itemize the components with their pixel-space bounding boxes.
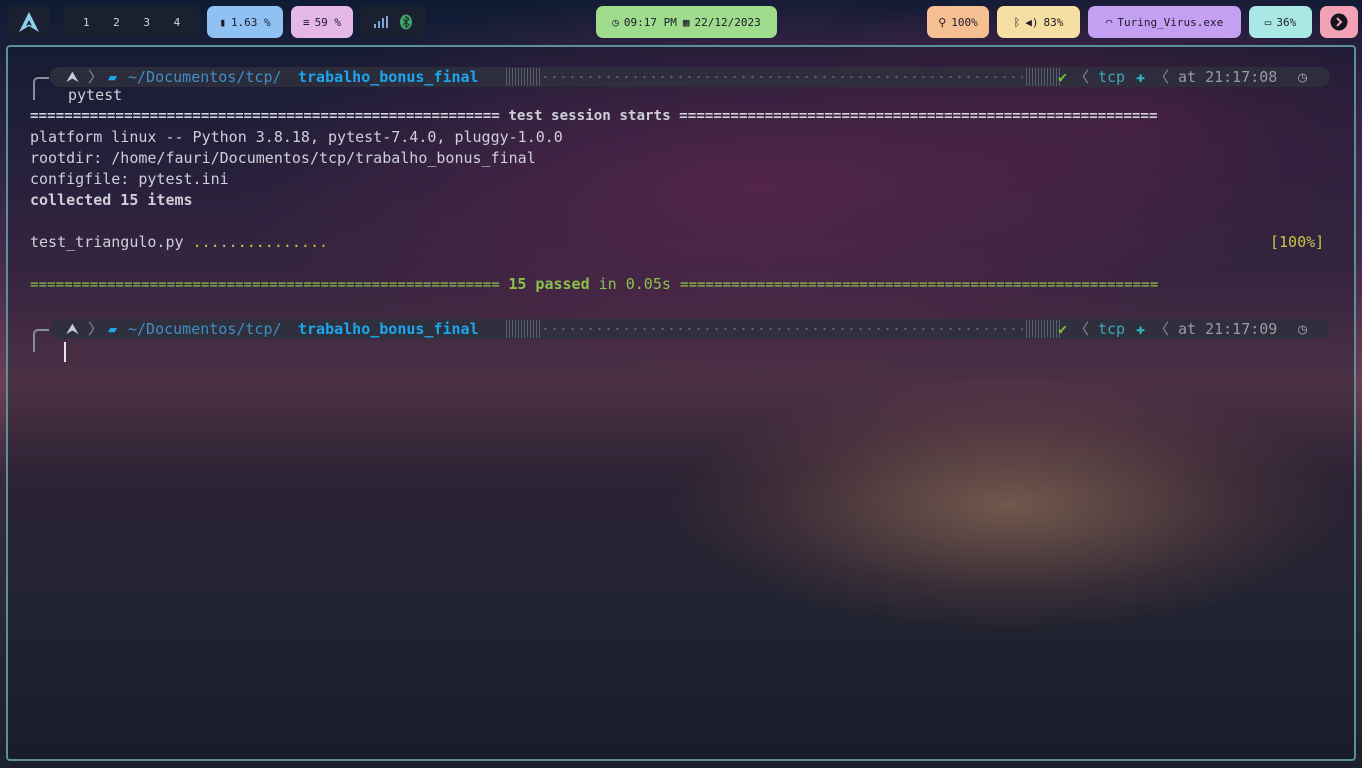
wifi-icon: ◠ <box>1105 15 1113 29</box>
test-file-line: test_triangulo.py ............... <box>30 232 328 253</box>
lightbulb-icon: ⚲ <box>938 15 947 29</box>
battery-value: 36% <box>1276 15 1297 29</box>
python-env-icon: ✚ <box>1136 68 1146 86</box>
test-file-name: test_triangulo.py <box>30 233 193 251</box>
separator-icon: 〈 <box>1074 68 1090 86</box>
prompt-frame-corner <box>33 329 49 352</box>
cpu-widget[interactable]: ▮ 1.63 % <box>207 6 283 38</box>
memory-widget[interactable]: ≡ 59 % <box>291 6 353 38</box>
wifi-ssid: Turing_Virus.exe <box>1117 15 1224 29</box>
clock-icon: ◷ <box>612 15 619 29</box>
env-name: tcp <box>1098 320 1126 338</box>
brightness-widget[interactable]: ⚲ 100% <box>927 6 989 38</box>
prompt-shade <box>1026 320 1062 338</box>
power-menu-button[interactable] <box>1320 6 1358 38</box>
cpu-value: 1.63 % <box>230 15 271 29</box>
prompt-time: at 21:17:09 <box>1178 320 1278 338</box>
volume-widget[interactable]: ᛒ ◀) 83% <box>997 6 1080 38</box>
success-check-icon: ✔ <box>1058 320 1068 338</box>
prompt-fill-dots <box>541 319 1023 339</box>
result-time: in 0.05s <box>589 275 680 293</box>
workspace-3[interactable]: 3 <box>143 16 150 29</box>
network-widget[interactable] <box>360 6 426 38</box>
folder-icon: ▰ <box>108 320 118 338</box>
arch-logo-icon <box>19 12 39 32</box>
wifi-widget[interactable]: ◠ Turing_Virus.exe <box>1088 6 1241 38</box>
platform-line: platform linux -- Python 3.8.18, pytest-… <box>30 128 563 146</box>
arch-prompt-icon: ⮝ <box>66 68 79 86</box>
memory-value: 59 % <box>314 15 342 29</box>
prompt-path-dim: ~/Documentos/tcp/ <box>128 68 282 86</box>
arch-prompt-icon: ⮝ <box>66 320 79 338</box>
session-header: ========================================… <box>30 108 1158 124</box>
volume-value: 83% <box>1043 15 1064 29</box>
env-name: tcp <box>1098 68 1126 86</box>
separator-icon: 〉 <box>88 320 104 338</box>
bluetooth-icon <box>399 14 412 30</box>
rootdir-line: rootdir: /home/fauri/Documentos/tcp/trab… <box>30 149 536 167</box>
signal-bars-icon <box>373 16 388 28</box>
test-percent: [100%] <box>1270 233 1325 251</box>
clock-prompt-icon: ◷ <box>1298 68 1308 86</box>
collected-line: collected 15 items <box>30 191 193 209</box>
chip-icon: ▮ <box>219 15 226 29</box>
folder-icon: ▰ <box>108 68 118 86</box>
prompt-time: at 21:17:08 <box>1178 68 1278 86</box>
prompt-fill-dots <box>541 67 1023 87</box>
speaker-icon: ◀) <box>1025 15 1039 29</box>
bluetooth-small-icon: ᛒ <box>1013 15 1021 29</box>
terminal-window[interactable]: ⮝ 〉 ▰ ~/Documentos/tcp/ trabalho_bonus_f… <box>6 45 1356 761</box>
top-bar: 1 2 3 4 ▮ 1.63 % ≡ 59 % ◷ 09:17 PM ▦ 22/… <box>0 0 1362 44</box>
prompt-path-dim: ~/Documentos/tcp/ <box>128 320 282 338</box>
workspaces: 1 2 3 4 <box>63 6 200 38</box>
separator-icon: 〈 <box>1074 320 1090 338</box>
prompt-path-bold: trabalho_bonus_final <box>298 320 479 338</box>
separator-icon: 〈 <box>1154 320 1170 338</box>
result-eq-right: ========================================… <box>679 277 1159 293</box>
result-line: ========================================… <box>30 274 1158 296</box>
workspace-1[interactable]: 1 <box>83 16 90 29</box>
separator-icon: 〈 <box>1154 68 1170 86</box>
result-passed: 15 passed <box>508 275 590 293</box>
prompt-shade <box>1026 68 1062 86</box>
text-cursor[interactable] <box>64 342 66 362</box>
prompt-shade <box>506 68 542 86</box>
memory-icon: ≡ <box>302 15 310 29</box>
command-line: pytest <box>68 86 123 104</box>
clock-date: 22/12/2023 <box>694 15 761 29</box>
battery-widget[interactable]: ▭ 36% <box>1249 6 1312 38</box>
brightness-value: 100% <box>951 15 978 29</box>
battery-icon: ▭ <box>1264 15 1272 29</box>
configfile-line: configfile: pytest.ini <box>30 170 229 188</box>
clock-widget[interactable]: ◷ 09:17 PM ▦ 22/12/2023 <box>596 6 777 38</box>
prompt-path-bold: trabalho_bonus_final <box>298 68 479 86</box>
workspace-4[interactable]: 4 <box>174 16 181 29</box>
separator-icon: 〉 <box>88 68 104 86</box>
clock-prompt-icon: ◷ <box>1298 320 1308 338</box>
result-eq-left: ========================================… <box>30 277 509 293</box>
arrow-right-circle-icon <box>1330 13 1348 31</box>
prompt-bar: ⮝ 〉 ▰ ~/Documentos/tcp/ trabalho_bonus_f… <box>50 319 1330 339</box>
prompt-frame-corner <box>33 77 49 100</box>
workspace-2[interactable]: 2 <box>113 16 120 29</box>
python-env-icon: ✚ <box>1136 320 1146 338</box>
test-dots: ............... <box>192 233 329 251</box>
arch-logo-button[interactable] <box>8 6 50 38</box>
clock-time: 09:17 PM <box>623 15 677 29</box>
prompt-shade <box>506 320 542 338</box>
success-check-icon: ✔ <box>1058 68 1068 86</box>
prompt-bar: ⮝ 〉 ▰ ~/Documentos/tcp/ trabalho_bonus_f… <box>50 67 1330 87</box>
calendar-icon: ▦ <box>682 15 690 29</box>
